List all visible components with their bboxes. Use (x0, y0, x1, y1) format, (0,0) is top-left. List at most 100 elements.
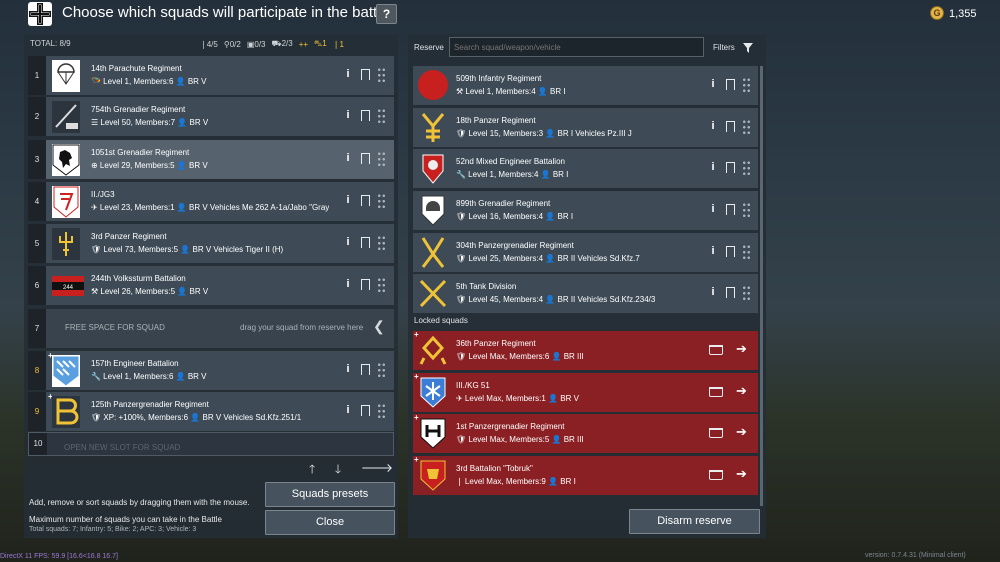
count-value: 1 (322, 39, 327, 48)
disarm-reserve-button[interactable]: Disarm reserve (629, 509, 760, 534)
reserve-row[interactable]: 52nd Mixed Engineer Battalion 🔧 Level 1, … (413, 149, 758, 188)
info-icon[interactable]: i (344, 109, 352, 123)
drag-handle-icon[interactable] (742, 160, 751, 177)
info-icon[interactable]: i (709, 78, 717, 92)
squad-name: 3rd Battalion "Tobruk" (456, 464, 533, 473)
bookmark-icon[interactable] (726, 121, 735, 132)
reserve-row[interactable]: 304th Panzergrenadier Regiment 🛡 Level 25… (413, 233, 758, 272)
help-button[interactable]: ? (376, 4, 397, 24)
gold-icon: G (930, 6, 944, 20)
info-icon[interactable]: i (344, 278, 352, 292)
bookmark-icon[interactable] (361, 69, 370, 80)
shop-basket-icon[interactable] (709, 470, 723, 480)
squad-row[interactable]: 6 244 244th Volkssturm Battalion ⚒ Level 26… (28, 266, 394, 305)
squad-row[interactable]: 3 1051st Grenadier Regiment ⊕ Level 29, Me… (28, 140, 394, 179)
drag-handle-icon[interactable] (377, 67, 386, 84)
info-icon[interactable]: i (344, 68, 352, 82)
yellow-y-emblem (417, 111, 449, 144)
balkenkreuz-icon (28, 2, 52, 26)
info-icon[interactable]: i (344, 404, 352, 418)
drag-handle-icon[interactable] (742, 202, 751, 219)
locked-row[interactable]: +36th Panzer Regiment 🛡 Level Max, Member… (413, 331, 758, 370)
arrow-right-icon[interactable]: 🡒 (361, 460, 393, 475)
red-circle-emblem (417, 69, 449, 102)
squads-presets-button[interactable]: Squads presets (265, 482, 395, 507)
drag-handle-icon[interactable] (742, 244, 751, 261)
bookmark-icon[interactable] (361, 405, 370, 416)
info-icon[interactable]: i (709, 203, 717, 217)
search-input[interactable] (449, 37, 704, 57)
drag-handle-icon[interactable] (377, 277, 386, 294)
drag-handle-icon[interactable] (377, 151, 386, 168)
arrow-right-icon[interactable]: ➔ (736, 466, 747, 482)
bookmark-icon[interactable] (726, 246, 735, 257)
locked-row[interactable]: +3rd Battalion "Tobruk" ❘ Level Max, Memb… (413, 456, 758, 495)
drag-handle-icon[interactable] (377, 403, 386, 420)
drag-handle-icon[interactable] (742, 119, 751, 136)
squad-row[interactable]: 1 14th Parachute Regiment 🪂 Level 1, Membe… (28, 56, 394, 95)
fps-info: DirectX 11 FPS: 59.9 [16.6<16.8 16.7] (0, 553, 118, 560)
lion-emblem (417, 459, 449, 492)
open-slot-row[interactable]: 10 OPEN NEW SLOT FOR SQUAD (28, 432, 394, 456)
info-icon[interactable]: i (344, 236, 352, 250)
reserve-row[interactable]: 899th Grenadier Regiment 🛡 Level 16, Memb… (413, 191, 758, 230)
reserve-row[interactable]: 5th Tank Division 🛡 Level 45, Members:4 👤… (413, 274, 758, 313)
drag-handle-icon[interactable] (742, 77, 751, 94)
squad-name: 5th Tank Division (456, 282, 517, 291)
info-icon[interactable]: i (344, 152, 352, 166)
bookmark-icon[interactable] (361, 279, 370, 290)
shop-basket-icon[interactable] (709, 345, 723, 355)
squad-row[interactable]: 5 3rd Panzer Regiment 🛡 Level 73, Members:… (28, 224, 394, 263)
count-item: ❘4/5 (200, 40, 218, 49)
reserve-row[interactable]: 18th Panzer Regiment 🛡 Level 15, Members:… (413, 108, 758, 147)
info-icon[interactable]: i (344, 194, 352, 208)
filter-icon[interactable] (743, 43, 753, 53)
squad-info: ❘ Level Max, Members:9 👤 BR I (456, 477, 576, 486)
locked-row[interactable]: + III./KG 51 ✈ Level Max, Members:1 👤 BR V… (413, 373, 758, 412)
info-icon[interactable]: i (709, 161, 717, 175)
arrow-right-icon[interactable]: ➔ (736, 383, 747, 399)
bookmark-icon[interactable] (726, 162, 735, 173)
bookmark-icon[interactable] (726, 204, 735, 215)
bookmark-icon[interactable] (361, 110, 370, 121)
reserve-row[interactable]: 509th Infantry Regiment ⚒ Level 1, Member… (413, 66, 758, 105)
locked-row[interactable]: +1st Panzergrenadier Regiment 🛡 Level Max… (413, 414, 758, 453)
squad-row[interactable]: 4 II./JG3 ✈ Level 23, Members:1 👤 BR V Veh… (28, 182, 394, 221)
info-icon[interactable]: i (709, 286, 717, 300)
info-icon[interactable]: i (709, 245, 717, 259)
scrollbar[interactable] (760, 66, 763, 506)
squad-row[interactable]: 2 754th Grenadier Regiment ☰ Level 50, Mem… (28, 97, 394, 136)
arrow-down-icon[interactable]: 🡓 (335, 460, 341, 476)
bookmark-icon[interactable] (361, 364, 370, 375)
bear-emblem (52, 144, 80, 176)
bookmark-icon[interactable] (726, 79, 735, 90)
bookmark-icon[interactable] (361, 237, 370, 248)
drag-handle-icon[interactable] (377, 108, 386, 125)
shop-basket-icon[interactable] (709, 428, 723, 438)
arrow-right-icon[interactable]: ➔ (736, 341, 747, 357)
bookmark-icon[interactable] (726, 287, 735, 298)
drag-handle-icon[interactable] (377, 193, 386, 210)
bookmark-icon[interactable] (361, 153, 370, 164)
version-info: version: 0.7.4.31 (Minimal client) (865, 552, 966, 559)
squad-row[interactable]: +9 125th Panzergrenadier Regiment 🛡 XP: +1… (28, 392, 394, 431)
jg3-emblem (52, 186, 80, 218)
info-icon[interactable]: i (344, 363, 352, 377)
squad-name: 36th Panzer Regiment (456, 339, 536, 348)
drag-handle-icon[interactable] (377, 362, 386, 379)
slot-number: 3 (28, 140, 46, 179)
shop-basket-icon[interactable] (709, 387, 723, 397)
squad-name: 14th Parachute Regiment (91, 64, 182, 73)
drag-handle-icon[interactable] (742, 285, 751, 302)
close-button[interactable]: Close (265, 510, 395, 535)
info-icon[interactable]: i (709, 120, 717, 134)
squad-info: 🛡 Level Max, Members:6 👤 BR III (456, 352, 584, 361)
squad-name: 1st Panzergrenadier Regiment (456, 422, 565, 431)
arrow-up-icon[interactable]: 🡑 (309, 460, 315, 476)
arrow-right-icon[interactable]: ➔ (736, 424, 747, 440)
bookmark-icon[interactable] (361, 195, 370, 206)
filters-button[interactable]: Filters (713, 43, 735, 52)
squad-row[interactable]: +8 157th Engineer Battalion 🔧 Level 1, Mem… (28, 351, 394, 390)
drag-handle-icon[interactable] (377, 235, 386, 252)
squad-info: ✈ Level Max, Members:1 👤 BR V (456, 394, 579, 403)
